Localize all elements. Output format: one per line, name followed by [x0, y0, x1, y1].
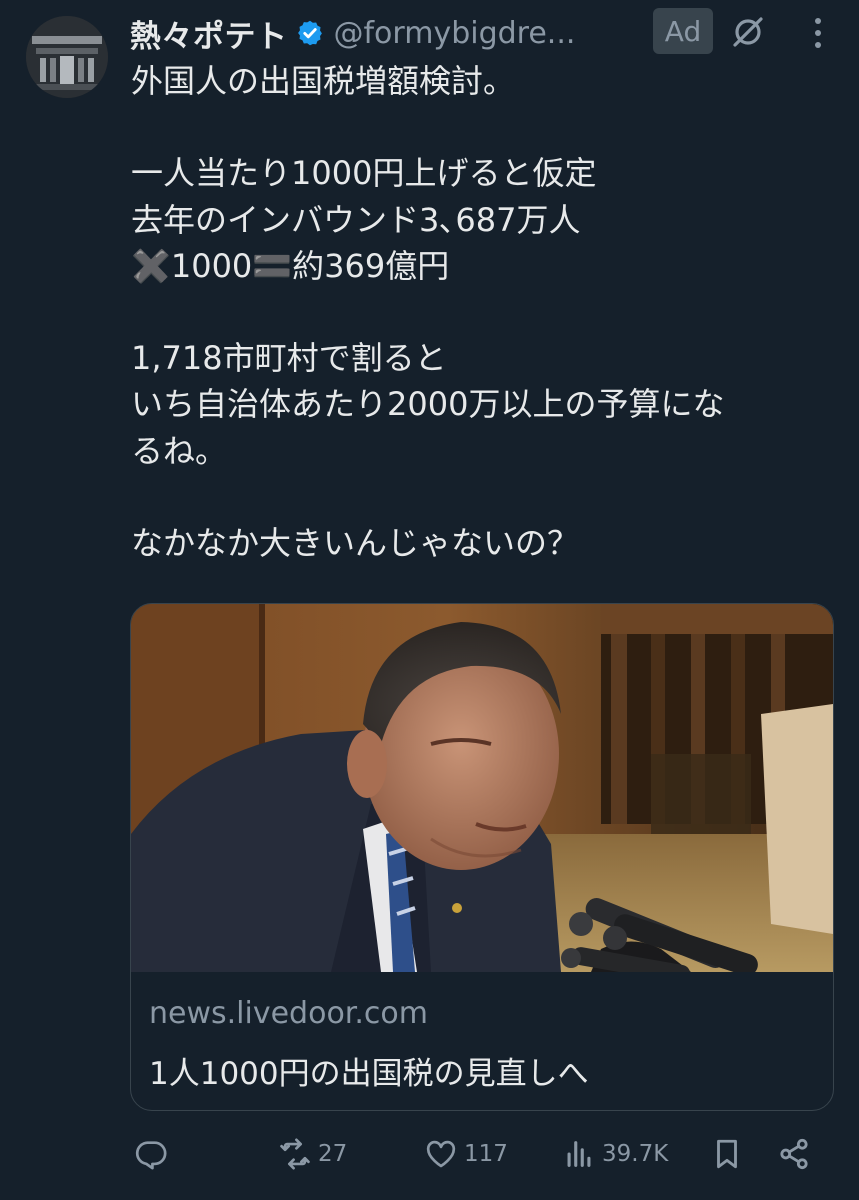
more-vertical-icon[interactable]	[810, 15, 826, 51]
retweet-button[interactable]: 27	[278, 1126, 347, 1182]
retweet-count: 27	[318, 1141, 348, 1167]
link-card[interactable]: news.livedoor.com 1人1000円の出国税の見直しへ	[130, 603, 834, 1111]
ad-badge: Ad	[653, 8, 713, 54]
action-bar: 27 117 39.7K	[130, 1126, 830, 1182]
retweet-icon	[278, 1137, 312, 1171]
bookmark-button[interactable]	[710, 1126, 744, 1182]
hide-ad-icon[interactable]	[730, 14, 766, 50]
display-name[interactable]: 熱々ポテト	[130, 11, 288, 56]
views-chart-icon	[562, 1137, 596, 1171]
reply-icon	[134, 1137, 168, 1171]
heart-icon	[424, 1137, 458, 1171]
like-button[interactable]: 117	[424, 1126, 508, 1182]
verified-badge-icon	[296, 19, 324, 47]
card-domain[interactable]: news.livedoor.com	[149, 996, 428, 1031]
card-image	[131, 604, 833, 972]
views-button[interactable]: 39.7K	[562, 1126, 668, 1182]
tweet-text: 外国人の出国税増額検討。 一人当たり1000円上げると仮定 去年のインバウンド3…	[131, 62, 725, 563]
share-button[interactable]	[776, 1126, 812, 1182]
views-count: 39.7K	[602, 1141, 669, 1167]
share-icon	[776, 1136, 812, 1172]
tweet[interactable]: 熱々ポテト @formybigdre... Ad 外国人の出国税増額検討。 一人…	[0, 0, 859, 1200]
reply-button[interactable]	[134, 1126, 174, 1182]
tweet-header: 熱々ポテト @formybigdre...	[130, 8, 830, 58]
like-count: 117	[464, 1141, 508, 1167]
card-title[interactable]: 1人1000円の出国税の見直しへ	[149, 1048, 589, 1093]
author-handle[interactable]: @formybigdre...	[334, 16, 576, 51]
bookmark-icon	[710, 1137, 744, 1171]
avatar[interactable]	[26, 16, 108, 98]
